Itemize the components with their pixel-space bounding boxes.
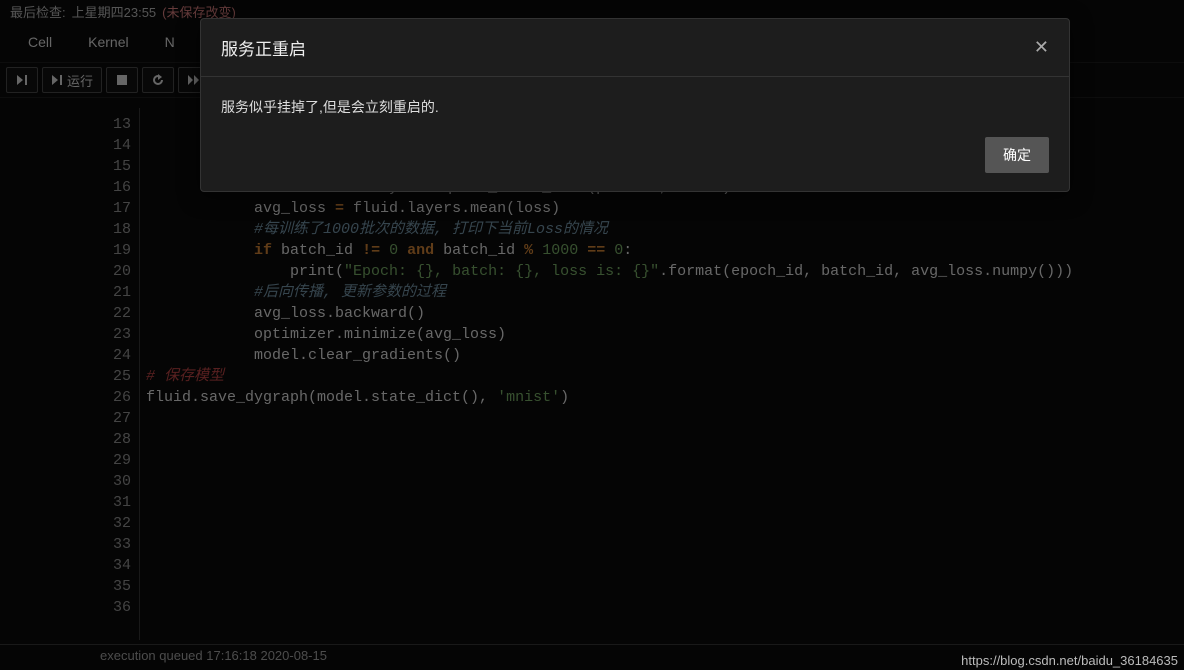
modal-close-button[interactable]: ✕ (1034, 37, 1049, 58)
restart-modal: 服务正重启 ✕ 服务似乎挂掉了,但是会立刻重启的. 确定 (200, 18, 1070, 192)
modal-ok-button[interactable]: 确定 (985, 137, 1049, 173)
watermark: https://blog.csdn.net/baidu_36184635 (961, 653, 1178, 668)
close-icon: ✕ (1034, 37, 1049, 57)
modal-ok-label: 确定 (1003, 147, 1031, 163)
modal-title: 服务正重启 (221, 35, 306, 60)
modal-body-text: 服务似乎挂掉了,但是会立刻重启的. (221, 99, 439, 115)
